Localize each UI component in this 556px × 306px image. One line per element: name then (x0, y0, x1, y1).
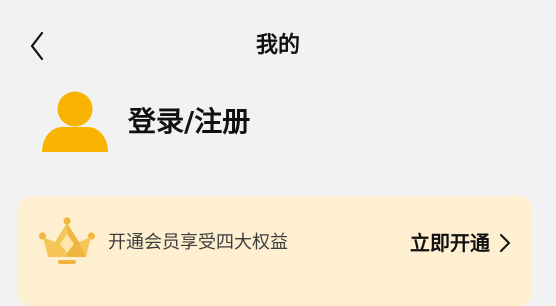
activate-now-label[interactable]: 立即开通 (410, 229, 490, 257)
vip-promo-text: 开通会员享受四大权益 (108, 232, 288, 253)
page-title: 我的 (255, 33, 300, 58)
top-bar: 我的 (0, 0, 556, 92)
avatar[interactable] (42, 90, 108, 152)
login-register-entry[interactable]: 登录/注册 (42, 90, 342, 152)
login-register-label[interactable]: 登录/注册 (128, 104, 250, 140)
crown (38, 216, 96, 268)
crown-icon (38, 217, 96, 264)
activate-now-button[interactable]: 立即开通 (410, 229, 512, 257)
chevron-right-icon (498, 232, 512, 254)
default-user-avatar-icon (42, 91, 108, 152)
vip-membership-card[interactable]: 开通会员享受四大权益 立即开通 (18, 196, 532, 306)
